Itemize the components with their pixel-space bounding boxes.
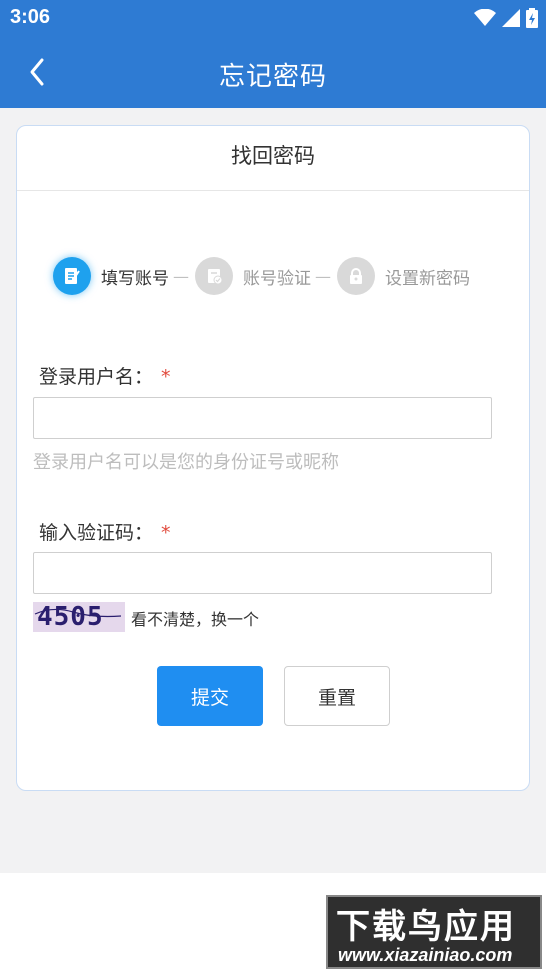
battery-icon	[526, 8, 538, 28]
page-title: 忘记密码	[218, 62, 327, 92]
watermark-logo: 下载鸟应用 www.xiazainiao.com	[326, 895, 542, 969]
required-mark: *	[161, 366, 171, 388]
watermark-url: www.xiazainiao.com	[338, 945, 513, 965]
step-verify-account: 账号验证 —	[195, 257, 337, 295]
signal-icon	[502, 9, 520, 27]
verify-document-icon	[195, 257, 233, 295]
recover-password-card: 找回密码 填写账号 — 账号验证 — 设置新密码 登录用户名： * 登录用户名可以…	[16, 125, 530, 791]
username-input[interactable]	[33, 397, 492, 439]
username-label: 登录用户名： *	[39, 362, 171, 389]
app-bar: 忘记密码	[0, 36, 546, 108]
step-set-password: 设置新密码	[337, 257, 470, 295]
status-time: 3:06	[10, 6, 51, 28]
captcha-refresh-link[interactable]: 看不清楚，换一个	[131, 606, 259, 630]
step-separator: —	[315, 266, 331, 286]
captcha-label-text: 输入验证码：	[39, 522, 154, 544]
captcha-label: 输入验证码： *	[39, 518, 171, 545]
status-bar: 3:06	[0, 0, 546, 36]
reset-button[interactable]: 重置	[284, 666, 390, 726]
captcha-noise-icon	[34, 608, 122, 618]
step-label: 账号验证	[243, 268, 311, 289]
lock-icon	[337, 257, 375, 295]
step-label: 填写账号	[101, 268, 169, 289]
status-icons	[474, 8, 538, 28]
username-label-text: 登录用户名：	[39, 366, 154, 388]
edit-document-icon	[53, 257, 91, 295]
submit-button[interactable]: 提交	[157, 666, 263, 726]
wifi-icon	[474, 9, 496, 26]
step-indicator: 填写账号 — 账号验证 — 设置新密码	[53, 256, 470, 296]
step-label: 设置新密码	[385, 268, 470, 289]
required-mark: *	[161, 522, 171, 544]
watermark-title: 下载鸟应用	[336, 907, 516, 947]
step-fill-account: 填写账号 —	[53, 257, 195, 295]
step-separator: —	[173, 266, 189, 286]
username-hint: 登录用户名可以是您的身份证号或昵称	[33, 452, 339, 473]
captcha-input[interactable]	[33, 552, 492, 594]
card-title: 找回密码	[17, 126, 529, 191]
captcha-image[interactable]: 4505	[33, 602, 125, 632]
